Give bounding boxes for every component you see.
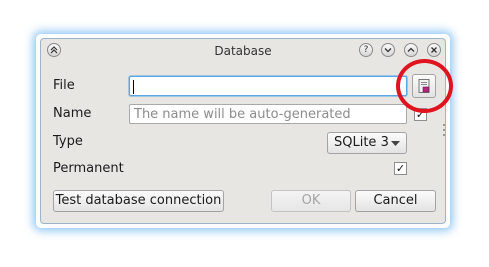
cancel-button[interactable]: Cancel [355, 190, 436, 212]
chevron-down-icon [391, 141, 400, 146]
permanent-checkbox[interactable]: ✓ [394, 162, 407, 175]
close-icon[interactable] [427, 43, 441, 57]
ok-button[interactable]: OK [271, 190, 351, 212]
name-input[interactable]: The name will be auto-generated [129, 104, 407, 124]
type-select[interactable]: SQLite 3 [327, 132, 407, 154]
file-label: File [53, 78, 75, 93]
title-bar[interactable]: Database ? [41, 39, 445, 63]
file-path-input[interactable] [129, 76, 407, 96]
name-placeholder: The name will be auto-generated [134, 107, 351, 122]
help-icon[interactable]: ? [359, 43, 373, 57]
type-selected-value: SQLite 3 [334, 135, 389, 150]
resize-grip-icon[interactable] [443, 124, 446, 138]
name-label: Name [53, 106, 92, 121]
maximize-icon[interactable] [404, 43, 418, 57]
highlight-circle [396, 59, 453, 113]
check-mark-icon: ✓ [395, 162, 406, 175]
type-label: Type [53, 134, 83, 149]
permanent-label: Permanent [53, 161, 124, 176]
database-dialog: Database ? File Name The name will be au… [40, 38, 446, 224]
minimize-icon[interactable] [381, 43, 395, 57]
test-connection-button[interactable]: Test database connection [53, 190, 224, 212]
text-caret [133, 80, 134, 94]
